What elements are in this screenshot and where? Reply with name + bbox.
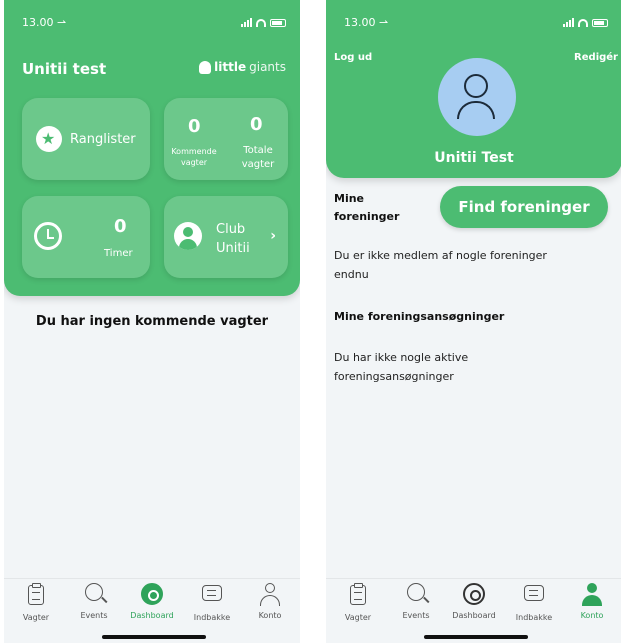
- my-associations-heading-line1: Mine: [334, 192, 365, 205]
- tab-dashboard[interactable]: Dashboard: [446, 583, 502, 620]
- tab-dashboard[interactable]: Dashboard: [124, 583, 180, 620]
- chevron-right-icon: ›: [270, 228, 276, 244]
- tab-konto-label: Konto: [258, 611, 282, 620]
- rankings-label: Ranglister: [70, 132, 136, 147]
- account-icon: [581, 583, 603, 607]
- tab-konto[interactable]: Konto: [242, 583, 298, 620]
- tab-indbakke[interactable]: Indbakke: [184, 583, 240, 622]
- avatar: [438, 58, 516, 136]
- rankings-tile[interactable]: ★ Ranglister: [22, 98, 150, 180]
- profile-name: Unitii Test: [434, 150, 514, 166]
- club-tile[interactable]: Club Unitii ›: [164, 196, 288, 278]
- edit-link[interactable]: Redigér: [574, 52, 618, 63]
- chat-icon: [202, 585, 222, 601]
- tab-vagter[interactable]: Vagter: [8, 583, 64, 622]
- brand-logo-bold: little: [214, 60, 247, 74]
- total-shifts-value: 0: [250, 114, 263, 135]
- total-shifts-label: Totale vagter: [234, 144, 282, 172]
- my-associations-heading: Mine foreninger: [334, 190, 399, 226]
- applications-heading: Mine foreningsansøgninger: [334, 310, 505, 323]
- tab-bar: Vagter Events Dashboard Indbakke Konto: [326, 578, 621, 643]
- tab-indbakke-label: Indbakke: [515, 613, 553, 622]
- tab-bar: Vagter Events Dashboard Indbakke Konto: [4, 578, 300, 643]
- dashboard-header: 13.00 ⇀ Unitii test little giants ★ Rangl…: [4, 0, 300, 296]
- clipboard-icon: [28, 583, 44, 605]
- wifi-icon: [578, 18, 588, 27]
- brand-logo: little giants: [199, 60, 286, 74]
- clipboard-icon: [350, 583, 366, 605]
- club-label-line2: Unitii: [216, 241, 250, 256]
- tab-vagter-label: Vagter: [344, 613, 372, 622]
- logout-link[interactable]: Log ud: [334, 52, 372, 63]
- search-icon: [407, 583, 425, 601]
- dashboard-icon: [463, 583, 485, 605]
- home-indicator: [102, 635, 206, 639]
- my-associations-heading-line2: foreninger: [334, 210, 400, 223]
- upcoming-shifts-label: Kommende vagter: [168, 146, 220, 168]
- team-title: Unitii test: [22, 60, 107, 78]
- status-bar: 13.00 ⇀: [4, 14, 300, 32]
- dashboard-icon: [141, 583, 163, 605]
- signal-icon: [563, 18, 574, 27]
- no-membership-text: Du er ikke medlem af nogle foreninger en…: [334, 246, 604, 284]
- upcoming-shifts-label-line1: Kommende: [171, 147, 217, 156]
- brand-logo-light: giants: [249, 60, 286, 74]
- profile-header: 13.00 ⇀ Log ud Redigér Unitii Test: [326, 0, 621, 178]
- dashboard-screen: 13.00 ⇀ Unitii test little giants ★ Rangl…: [4, 0, 300, 643]
- no-applications-text: Du har ikke nogle aktive foreningsansøgn…: [334, 348, 604, 386]
- empty-shifts-message: Du har ingen kommende vagter: [35, 314, 269, 329]
- club-person-icon: [174, 222, 202, 250]
- no-applications-text-line2: foreningsansøgninger: [334, 370, 454, 383]
- hours-label: Timer: [104, 248, 133, 259]
- tab-indbakke-label: Indbakke: [193, 613, 231, 622]
- tab-vagter[interactable]: Vagter: [330, 583, 386, 622]
- tab-indbakke[interactable]: Indbakke: [506, 583, 562, 622]
- no-membership-text-line1: Du er ikke medlem af nogle foreninger: [334, 249, 547, 262]
- total-shifts-label-line2: vagter: [241, 159, 275, 170]
- hours-value: 0: [114, 216, 127, 237]
- chat-icon: [524, 585, 544, 601]
- home-indicator: [424, 635, 528, 639]
- tab-dashboard-label: Dashboard: [130, 611, 174, 620]
- no-applications-text-line1: Du har ikke nogle aktive: [334, 351, 469, 364]
- avatar-person-icon: [464, 74, 488, 98]
- wifi-icon: [256, 18, 266, 27]
- hours-tile[interactable]: 0 Timer: [22, 196, 150, 278]
- status-time: 13.00 ⇀: [344, 16, 389, 29]
- tab-vagter-label: Vagter: [22, 613, 50, 622]
- no-membership-text-line2: endnu: [334, 268, 369, 281]
- tab-events-label: Events: [402, 611, 430, 620]
- tab-dashboard-label: Dashboard: [452, 611, 496, 620]
- upcoming-shifts-label-line2: vagter: [180, 158, 208, 167]
- battery-icon: [592, 18, 608, 27]
- clock-icon: [34, 222, 62, 250]
- brand-mark-icon: [199, 60, 212, 74]
- account-screen: 13.00 ⇀ Log ud Redigér Unitii Test Mine …: [326, 0, 621, 643]
- find-associations-button[interactable]: Find foreninger: [440, 186, 608, 228]
- signal-icon: [241, 18, 252, 27]
- tab-events[interactable]: Events: [66, 583, 122, 620]
- status-time: 13.00 ⇀: [22, 16, 67, 29]
- star-icon: ★: [36, 126, 62, 152]
- status-bar: 13.00 ⇀: [326, 14, 621, 32]
- tab-events-label: Events: [80, 611, 108, 620]
- club-label-line1: Club: [216, 222, 246, 237]
- upcoming-shifts-value: 0: [188, 116, 201, 137]
- club-label: Club Unitii: [216, 220, 250, 258]
- status-icons: [241, 18, 286, 27]
- tab-konto[interactable]: Konto: [564, 583, 620, 620]
- shift-stats-tile[interactable]: 0 Kommende vagter 0 Totale vagter: [164, 98, 288, 180]
- search-icon: [85, 583, 103, 601]
- tab-konto-label: Konto: [580, 611, 604, 620]
- total-shifts-label-line1: Totale: [243, 145, 273, 156]
- tab-events[interactable]: Events: [388, 583, 444, 620]
- status-icons: [563, 18, 608, 27]
- account-icon: [259, 583, 281, 607]
- battery-icon: [270, 18, 286, 27]
